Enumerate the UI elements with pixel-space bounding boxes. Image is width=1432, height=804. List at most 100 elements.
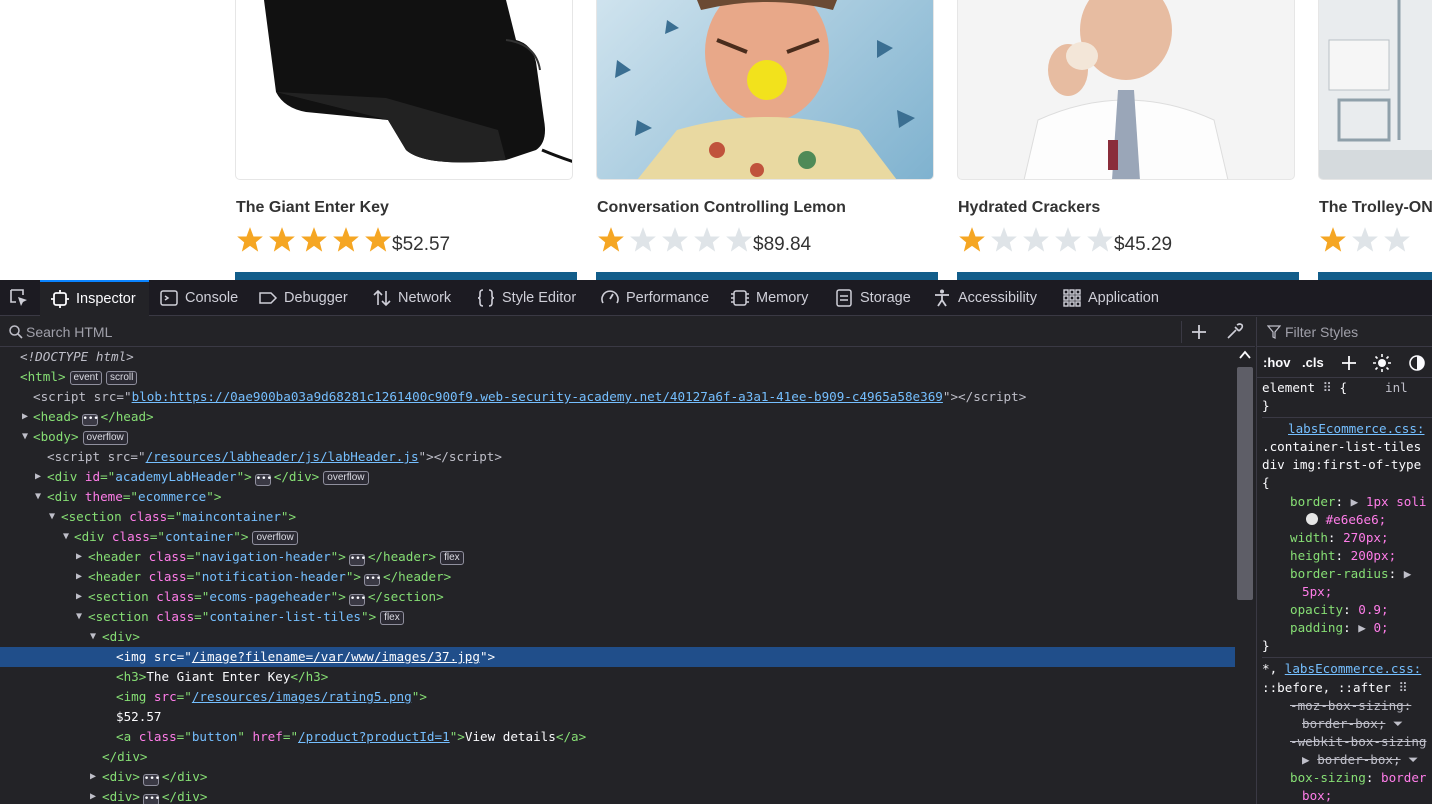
collapsed-content-icon[interactable]: •••: [364, 574, 381, 586]
overridden-declaration[interactable]: -moz-box-sizing:: [1262, 697, 1432, 715]
event-badge[interactable]: event: [69, 371, 102, 385]
add-node-icon[interactable]: [1189, 322, 1209, 342]
tree-node-script[interactable]: <script src="/resources/labheader/js/lab…: [0, 447, 1235, 467]
tree-node-img[interactable]: <img src="/resources/images/rating5.png"…: [0, 687, 1235, 707]
eyedropper-icon[interactable]: [1224, 322, 1244, 342]
img-src-link[interactable]: /image?filename=/var/www/images/37.jpg: [192, 649, 480, 664]
filter-styles-input[interactable]: Filter Styles: [1285, 324, 1358, 340]
tab-memory[interactable]: Memory: [730, 280, 808, 316]
tab-storage[interactable]: Storage: [834, 280, 911, 316]
markup-scrollbar[interactable]: [1235, 347, 1255, 804]
collapse-arrow-icon[interactable]: ▼: [74, 607, 84, 627]
tree-node-div[interactable]: ▶ <div id="academyLabHeader"> ••• </div> ove…: [0, 467, 1235, 487]
collapsed-content-icon[interactable]: •••: [81, 414, 99, 426]
collapse-arrow-icon[interactable]: ▼: [47, 507, 57, 527]
tab-inspector[interactable]: Inspector: [40, 280, 149, 316]
rule-selector[interactable]: ::before, ::after ⠿: [1262, 679, 1432, 697]
tab-debugger[interactable]: Debugger: [258, 280, 348, 316]
expand-arrow-icon[interactable]: ▶: [33, 467, 43, 487]
declaration[interactable]: box;: [1262, 787, 1432, 804]
tree-node-script[interactable]: <script src="blob:https://0ae900ba03a9d6…: [0, 387, 1235, 407]
product-image[interactable]: [957, 0, 1295, 180]
flex-badge[interactable]: flex: [440, 551, 464, 565]
tree-node-div[interactable]: ▶ <div> ••• </div>: [0, 767, 1235, 787]
declaration[interactable]: #e6e6e6;: [1262, 511, 1432, 529]
collapsed-content-icon[interactable]: •••: [348, 594, 366, 606]
tab-performance[interactable]: Performance: [600, 280, 709, 316]
tree-node-section[interactable]: ▼ <section class="container-list-tiles"> f…: [0, 607, 1235, 627]
expand-arrow-icon[interactable]: ▶: [20, 407, 30, 427]
search-html-input[interactable]: Search HTML: [26, 324, 112, 340]
tree-node-div[interactable]: ▼ <div>: [0, 627, 1235, 647]
declaration[interactable]: 5px;: [1262, 583, 1432, 601]
tree-node-header[interactable]: ▶ <header class="notification-header"> •••…: [0, 567, 1235, 587]
hov-toggle[interactable]: :hov: [1263, 355, 1290, 370]
rule-selector[interactable]: .container-list-tiles: [1262, 438, 1432, 456]
collapse-arrow-icon[interactable]: ▼: [20, 427, 30, 447]
overflow-badge[interactable]: overflow: [82, 431, 128, 445]
color-swatch[interactable]: [1306, 512, 1318, 525]
flex-badge[interactable]: flex: [380, 611, 404, 625]
collapsed-content-icon[interactable]: •••: [348, 554, 366, 566]
view-details-button[interactable]: [235, 272, 577, 280]
overridden-declaration[interactable]: -webkit-box-sizing: [1262, 733, 1432, 751]
script-src-link[interactable]: blob:https://0ae900ba03a9d68281c1261400c…: [132, 389, 943, 404]
collapse-arrow-icon[interactable]: ▼: [33, 487, 43, 507]
add-rule-icon[interactable]: [1339, 353, 1359, 373]
declaration[interactable]: box-sizing: border: [1262, 769, 1432, 787]
tree-node-html[interactable]: <html> event scroll: [0, 367, 1235, 387]
tree-node-div[interactable]: ▶ <div> ••• </div>: [0, 787, 1235, 804]
stylesheet-link[interactable]: labsEcommerce.css:: [1285, 661, 1421, 676]
collapsed-content-icon[interactable]: •••: [142, 794, 160, 804]
tab-style-editor[interactable]: Style Editor: [476, 280, 576, 316]
declaration[interactable]: border-radius: ▶: [1262, 565, 1432, 583]
declaration[interactable]: opacity: 0.9;: [1262, 601, 1432, 619]
tree-node-img-selected[interactable]: <img src="/image?filename=/var/www/image…: [0, 647, 1235, 667]
expand-arrow-icon[interactable]: ▶: [88, 767, 98, 787]
view-details-button[interactable]: [957, 272, 1299, 280]
tab-accessibility[interactable]: Accessibility: [932, 280, 1037, 316]
tree-node-body[interactable]: ▼ <body> overflow: [0, 427, 1235, 447]
overflow-badge[interactable]: overflow: [323, 471, 369, 485]
expand-arrow-icon[interactable]: ▶: [74, 567, 84, 587]
declaration[interactable]: height: 200px;: [1262, 547, 1432, 565]
cls-toggle[interactable]: .cls: [1302, 355, 1324, 370]
tab-application[interactable]: Application: [1062, 280, 1159, 316]
scroll-badge[interactable]: scroll: [106, 371, 138, 385]
view-details-button[interactable]: [1318, 272, 1432, 280]
tree-node-a[interactable]: <a class="button" href="/product?product…: [0, 727, 1235, 747]
tree-node-text[interactable]: $52.57: [0, 707, 1235, 727]
tree-node-header[interactable]: ▶ <header class="navigation-header"> ••• </…: [0, 547, 1235, 567]
tree-node-h3[interactable]: <h3>The Giant Enter Key</h3>: [0, 667, 1235, 687]
tab-console[interactable]: Console: [159, 280, 238, 316]
collapsed-content-icon[interactable]: •••: [254, 474, 272, 486]
collapsed-content-icon[interactable]: •••: [142, 774, 160, 786]
product-image[interactable]: [1318, 0, 1432, 180]
script-src-link[interactable]: /resources/labheader/js/labHeader.js: [146, 449, 419, 464]
overridden-declaration[interactable]: border-box; ⏷: [1262, 715, 1432, 733]
collapse-arrow-icon[interactable]: ▼: [61, 527, 71, 547]
expand-arrow-icon[interactable]: ▶: [74, 547, 84, 567]
href-link[interactable]: /product?productId=1: [298, 729, 450, 744]
product-image[interactable]: [235, 0, 573, 180]
rule-selector[interactable]: div img:first-of-type: [1262, 456, 1432, 474]
tree-node-head[interactable]: ▶ <head> ••• </head>: [0, 407, 1235, 427]
scroll-up-arrow-icon[interactable]: [1238, 349, 1252, 361]
dark-theme-icon[interactable]: [1407, 353, 1427, 373]
product-image[interactable]: [596, 0, 934, 180]
expand-arrow-icon[interactable]: ▶: [74, 587, 84, 607]
tree-node-doctype[interactable]: <!DOCTYPE html>: [0, 347, 1235, 367]
overridden-declaration[interactable]: ▶ border-box; ⏷: [1262, 751, 1432, 769]
light-theme-icon[interactable]: [1372, 353, 1392, 373]
tab-network[interactable]: Network: [372, 280, 451, 316]
img-src-link[interactable]: /resources/images/rating5.png: [192, 689, 412, 704]
expand-arrow-icon[interactable]: ▶: [88, 787, 98, 804]
stylesheet-link[interactable]: labsEcommerce.css:: [1288, 421, 1424, 436]
scrollbar-thumb[interactable]: [1237, 367, 1253, 600]
overflow-badge[interactable]: overflow: [252, 531, 298, 545]
tree-node-div[interactable]: ▼ <div theme="ecommerce">: [0, 487, 1235, 507]
declaration[interactable]: width: 270px;: [1262, 529, 1432, 547]
view-details-button[interactable]: [596, 272, 938, 280]
tree-node-section[interactable]: ▼ <section class="maincontainer">: [0, 507, 1235, 527]
declaration[interactable]: padding: ▶ 0;: [1262, 619, 1432, 637]
